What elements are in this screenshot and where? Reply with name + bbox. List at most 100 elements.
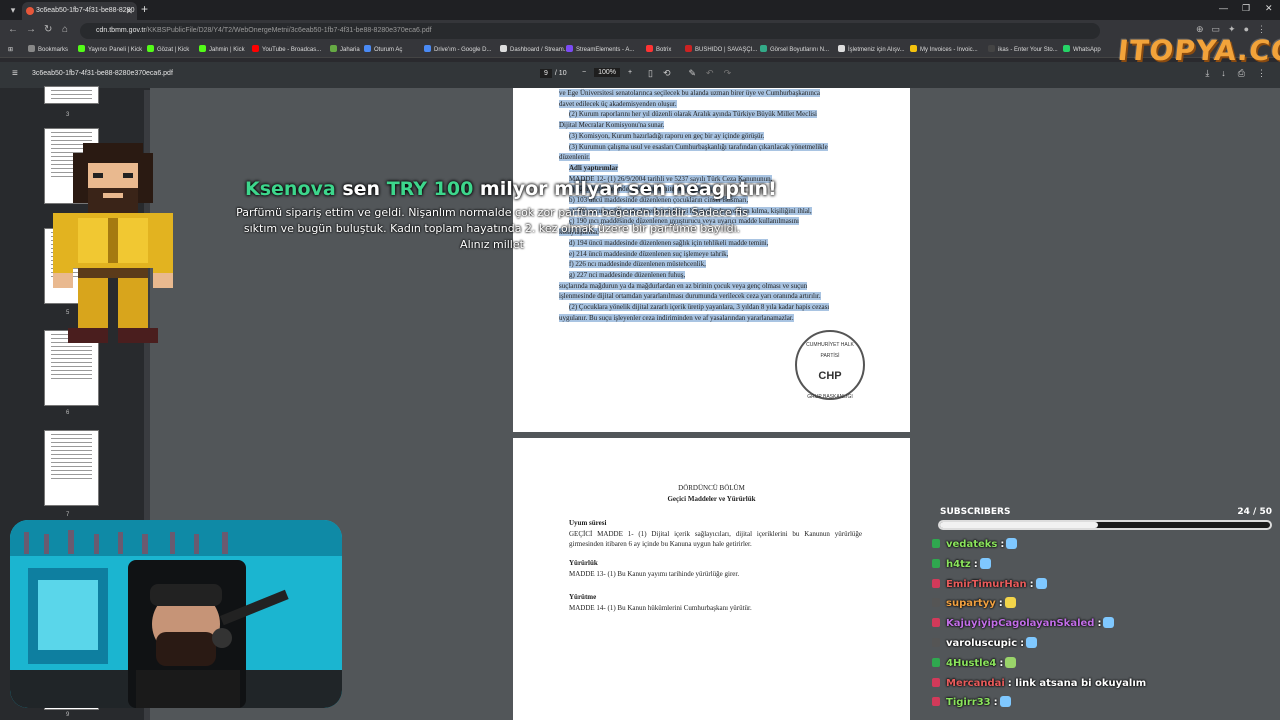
page-thumbnail[interactable] (44, 86, 99, 104)
tab-search-icon[interactable]: ▾ (6, 3, 20, 17)
bookmark-item[interactable]: Gözat | Kick (147, 42, 189, 58)
bookmark-item[interactable]: Oturum Aç (364, 42, 402, 58)
emote-icon (1004, 597, 1016, 609)
alert-tail: milyor milyar sen neagptın! (479, 178, 777, 200)
subs-label: SUBSCRIBERS (940, 507, 1011, 517)
chat-message: Mercandai: link atsana bi okuyalım (932, 674, 1272, 694)
more-icon[interactable]: ⋮ (1257, 68, 1266, 79)
bookmark-favicon-icon (500, 45, 507, 52)
apps-grid-icon[interactable]: ⊞ (8, 42, 13, 58)
bookmark-label: Gözat | Kick (157, 47, 190, 53)
new-tab-icon[interactable]: + (141, 2, 148, 16)
chat-text: : (1000, 539, 1005, 550)
chat-username: 4Hustle4 (946, 657, 997, 669)
rotate-icon[interactable]: ⟲ (663, 68, 671, 79)
bookmark-item[interactable]: YouTube - Broadcas... (252, 42, 321, 58)
chat-message: vedateks: (932, 535, 1272, 555)
forward-icon[interactable]: → (26, 24, 36, 35)
thumb-line (51, 90, 92, 91)
chat-username: EmirTimurHan (946, 578, 1027, 590)
bookmark-item[interactable]: Bookmarks (28, 42, 68, 58)
bookmark-label: Dashboard / Stream... (510, 47, 569, 53)
emote-icon (1006, 538, 1018, 549)
bookmark-item[interactable]: İşletmeniz için Alışv... (838, 42, 905, 58)
bookmark-label: Yayıncı Paneli | Kick (88, 47, 143, 53)
chat-text: : (1097, 618, 1102, 630)
thumb-line (51, 94, 92, 95)
bookmark-item[interactable]: StreamElements - A... (566, 42, 634, 58)
bookmark-item[interactable]: BUSHIDO | SAVAŞÇI... (685, 42, 757, 58)
bookmark-item[interactable]: Yayıncı Paneli | Kick (78, 42, 142, 58)
article-block: Uyum süresi GEÇİCİ MADDE 1- (1) Dijital i… (569, 518, 862, 550)
page-input[interactable]: 9 (540, 69, 552, 78)
subs-progress-bar (938, 520, 1272, 530)
emote-icon (999, 696, 1011, 708)
address-bar-row: ← → ↻ ⌂ cdn.tbmm.gov.tr/KKBSPublicFile/D… (0, 20, 1280, 42)
bookmark-label: Drive'ım - Google D... (434, 47, 492, 53)
bookmark-favicon-icon (199, 45, 206, 52)
chat-username: vedateks (946, 539, 998, 550)
reload-icon[interactable]: ↻ (44, 24, 52, 35)
emote-icon (979, 557, 991, 569)
bookmark-label: BUSHIDO | SAVAŞÇI... (695, 47, 758, 53)
user-badge-icon (932, 578, 940, 588)
page-thumbnail[interactable] (44, 430, 99, 506)
thumb-line (51, 358, 92, 359)
bookmark-item[interactable]: Görsel Boyutlarını N... (760, 42, 829, 58)
page-text-line: Dijital Mecralar Komisyonu'na sunar. (559, 120, 864, 131)
article-body: MADDE 13- (1) Bu Kanun yayımı tarihinde … (569, 569, 740, 578)
thumbnail-page-number: 3 (66, 112, 70, 118)
back-icon[interactable]: ← (8, 24, 18, 35)
maximize-icon[interactable]: ❐ (1242, 3, 1250, 14)
seal-top-text: CUMHURİYET HALK PARTİSİ (806, 342, 854, 359)
hamburger-menu-icon[interactable]: ≡ (12, 68, 18, 79)
user-badge-icon (932, 697, 940, 707)
tab-pdf[interactable]: 3c6eab50-1fb7-4f31-be88-8280 ✕ (22, 2, 137, 20)
user-badge-icon (932, 558, 940, 568)
download-icon[interactable]: ↓ (1221, 68, 1226, 79)
page-text-line: Adli yaptırımlar (559, 163, 864, 174)
bookmark-item[interactable]: My Invoices - Invoic... (910, 42, 978, 58)
url-host: cdn.tbmm.gov.tr (96, 27, 146, 34)
bookmark-item[interactable]: Jaharia (330, 42, 360, 58)
pdf-page-10: DÖRDÜNCÜ BÖLÜM Geçici Maddeler ve Yürürl… (513, 438, 910, 720)
bookmark-favicon-icon (424, 45, 431, 52)
bookmark-item[interactable]: WhatsApp (1063, 42, 1101, 58)
url-field[interactable]: cdn.tbmm.gov.tr/KKBSPublicFile/D28/Y4/T2… (80, 23, 1100, 39)
undo-icon[interactable]: ↶ (706, 68, 714, 79)
zoom-out-icon[interactable]: − (582, 69, 586, 76)
chat-message: supartyy: (932, 594, 1272, 614)
zoom-input[interactable]: 100% (594, 68, 620, 77)
bookmark-favicon-icon (838, 45, 845, 52)
close-window-icon[interactable]: ✕ (1265, 3, 1273, 14)
section-subheading: Geçici Maddeler ve Yürürlük (667, 494, 756, 503)
bookmark-favicon-icon (147, 45, 154, 52)
bookmark-item[interactable]: ikas - Enter Your Sto... (988, 42, 1058, 58)
thumb-line (51, 474, 92, 475)
donation-message: Parfümü sipariş ettim ve geldi. Nişanlım… (236, 206, 748, 251)
thumb-line (51, 374, 92, 375)
line-text: g) 227 nci maddesinde düzenlenen fuhuş, (569, 270, 686, 279)
redo-icon[interactable]: ↷ (724, 68, 732, 79)
chat-username: Mercandai (946, 677, 1005, 689)
minimize-icon[interactable]: — (1219, 3, 1228, 13)
page-text-line: (3) Kurumun çalışma usul ve esasları Cum… (559, 142, 864, 153)
line-text: f) 226 ncı maddesinde düzenlenen müstehc… (569, 260, 706, 269)
bookmark-item[interactable]: Jahmin | Kick (199, 42, 245, 58)
chat-message: 4Hustle4: (932, 654, 1272, 674)
bookmark-label: Jaharia (340, 47, 360, 53)
annotate-icon[interactable]: ✎ (689, 68, 697, 79)
bookmark-item[interactable]: Dashboard / Stream... (500, 42, 569, 58)
bookmark-item[interactable]: Botrix (646, 42, 671, 58)
bookmark-item[interactable]: Drive'ım - Google D... (424, 42, 492, 58)
home-icon[interactable]: ⌂ (62, 24, 68, 35)
print-icon[interactable]: ⎙ (1238, 68, 1245, 79)
zoom-in-icon[interactable]: + (628, 69, 632, 76)
fit-page-icon[interactable]: ▯ (648, 68, 653, 79)
thumb-line (51, 132, 92, 133)
donation-alert-title: Ksenova sen TRY 100 milyor milyar sen ne… (245, 178, 777, 200)
pixel-character-icon (53, 143, 173, 343)
bookmark-favicon-icon (760, 45, 767, 52)
tab-close-icon[interactable]: ✕ (125, 2, 133, 20)
save-icon[interactable]: ⤓ (1205, 68, 1209, 79)
